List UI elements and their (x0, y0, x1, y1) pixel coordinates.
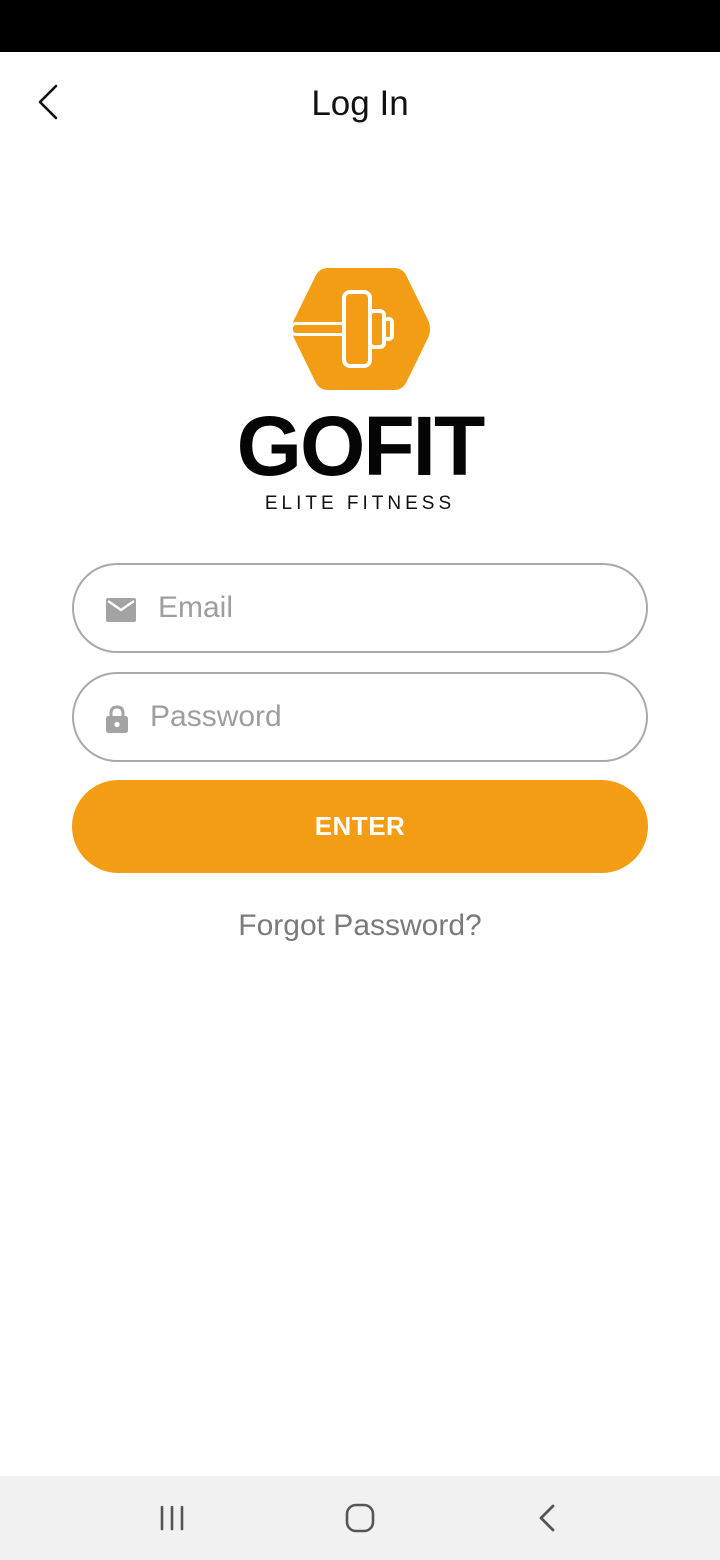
lock-icon (106, 705, 128, 733)
back-icon (539, 1504, 555, 1532)
page-title: Log In (311, 84, 409, 123)
dumbbell-hexagon-icon (290, 268, 430, 390)
recents-button[interactable] (148, 1494, 196, 1542)
password-field[interactable] (72, 672, 648, 762)
logo-wordmark: GOFIT (236, 399, 486, 493)
forgot-password-link[interactable]: Forgot Password? (0, 906, 720, 946)
logo-tagline: ELITE FITNESS (264, 493, 456, 514)
enter-button[interactable]: ENTER (72, 780, 648, 873)
password-input[interactable] (150, 689, 618, 745)
home-icon (345, 1503, 375, 1533)
status-bar (0, 0, 720, 52)
email-input[interactable] (158, 580, 618, 636)
system-nav-bar (0, 1476, 720, 1560)
home-button[interactable] (336, 1494, 384, 1542)
app-header: Log In (0, 52, 720, 156)
email-field[interactable] (72, 563, 648, 653)
mail-icon (106, 598, 136, 622)
system-back-button[interactable] (523, 1494, 571, 1542)
recents-icon (160, 1505, 184, 1531)
gofit-logo: GOFIT ELITE FITNESS (200, 260, 520, 522)
login-screen: Log In GOFIT ELITE FITNESS ENTER Forgot … (0, 0, 720, 1560)
